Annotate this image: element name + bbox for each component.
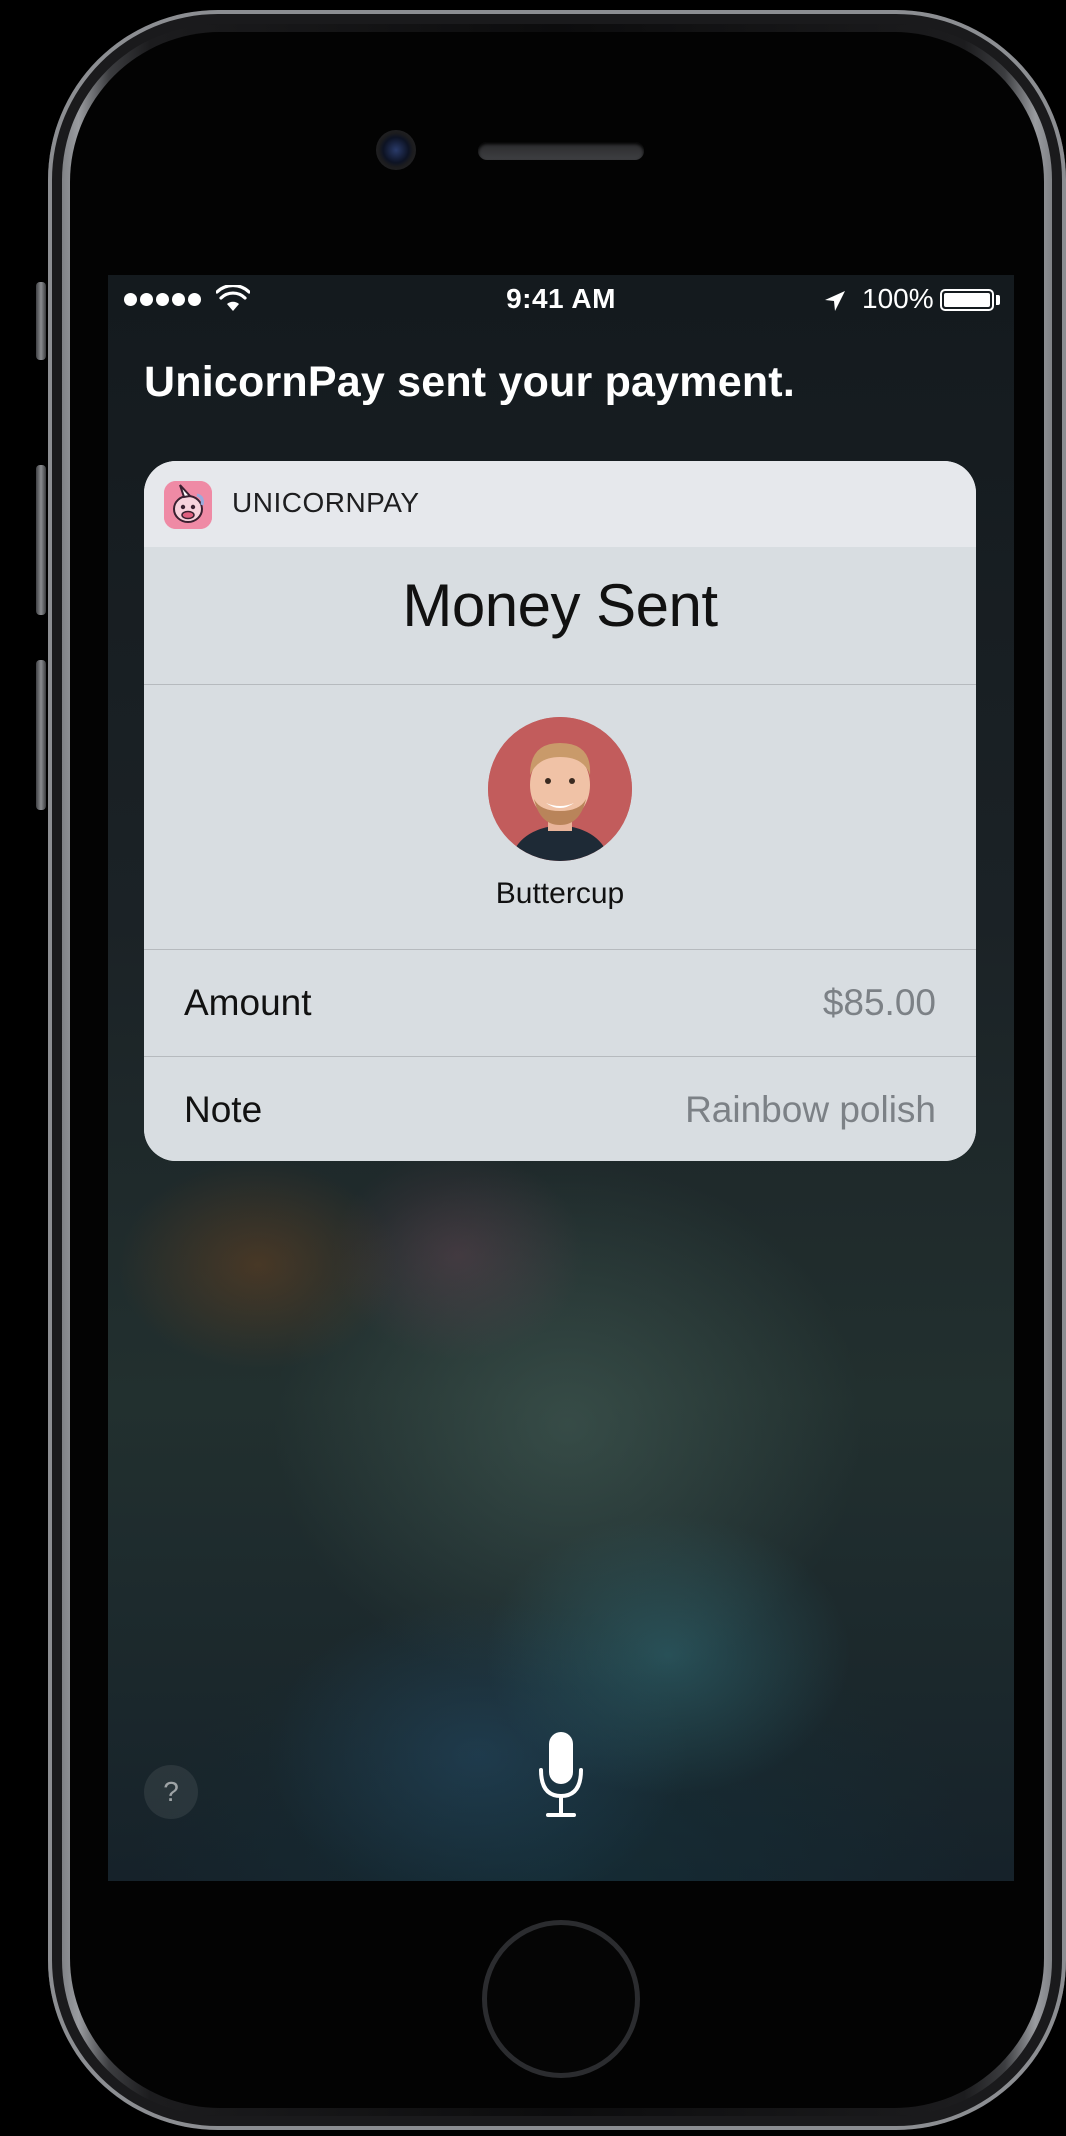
amount-label: Amount — [184, 982, 312, 1023]
front-camera — [376, 130, 416, 170]
mute-switch — [36, 282, 46, 360]
siri-response-text: UnicornPay sent your payment. — [144, 358, 795, 406]
payment-confirmation-card[interactable]: UNICORNPAY Money Sent Buttercup Amount $… — [144, 461, 976, 1161]
screen: 9:41 AM 100% UnicornPay sent your paymen… — [108, 275, 1014, 1881]
help-button[interactable]: ? — [144, 1765, 198, 1819]
home-button[interactable] — [482, 1920, 640, 2078]
amount-value: $85.00 — [822, 982, 936, 1023]
card-title: Money Sent — [402, 572, 718, 639]
divider — [144, 684, 976, 685]
unicorn-app-icon — [164, 481, 212, 529]
recipient-avatar — [488, 717, 632, 861]
amount-row: Amount $85.00 — [144, 950, 976, 1056]
location-arrow-icon — [825, 291, 845, 311]
app-name: UNICORNPAY — [232, 487, 420, 518]
question-mark-icon: ? — [163, 1776, 179, 1807]
note-row: Note Rainbow polish — [144, 1057, 976, 1161]
card-header: UNICORNPAY — [144, 461, 976, 547]
volume-up-button — [36, 465, 46, 615]
battery-percentage: 100% — [862, 283, 934, 314]
status-bar: 9:41 AM 100% — [108, 275, 1014, 331]
battery-icon — [940, 289, 994, 311]
note-label: Note — [184, 1089, 263, 1130]
note-value: Rainbow polish — [685, 1089, 936, 1130]
battery-tip — [996, 295, 1000, 305]
recipient-name: Buttercup — [495, 877, 625, 910]
microphone-icon[interactable] — [536, 1730, 586, 1820]
earpiece-speaker — [478, 142, 644, 160]
volume-down-button — [36, 660, 46, 810]
